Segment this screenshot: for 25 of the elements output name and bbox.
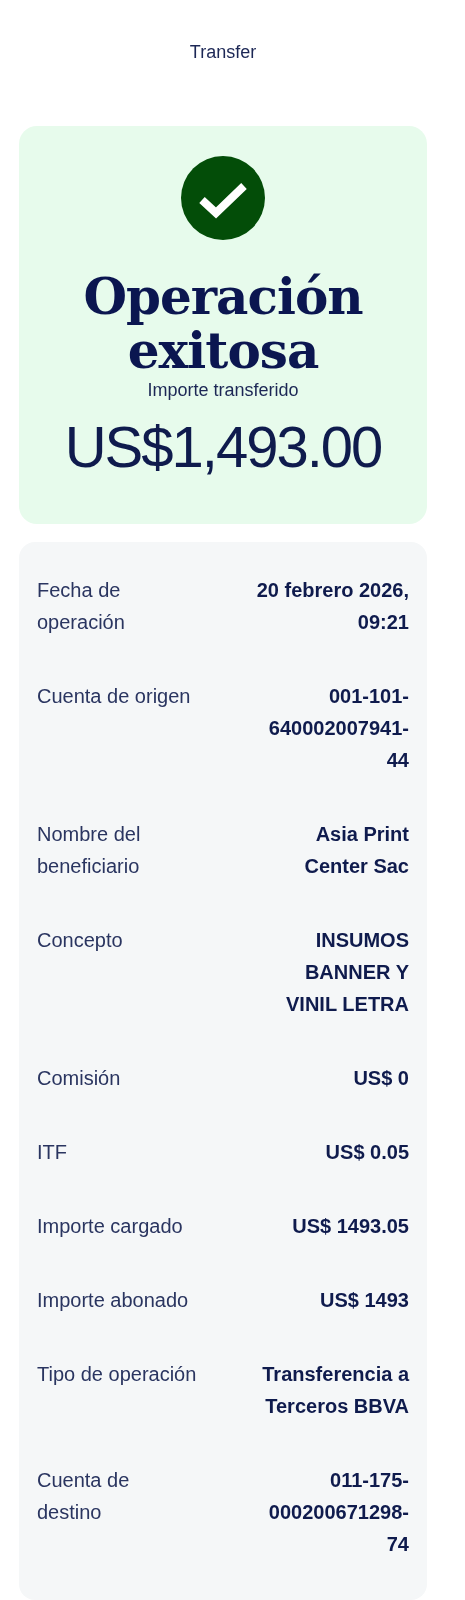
detail-label: Importe abonado <box>37 1288 189 1313</box>
success-check-icon <box>181 156 265 240</box>
result-heading: Operación exitosa <box>82 270 364 378</box>
detail-value: Transferencia a Terceros BBVA <box>261 1362 409 1419</box>
detail-label: Comisión <box>37 1066 121 1091</box>
detail-value: 20 febrero 2026, 09:21 <box>255 578 409 635</box>
detail-label: Cuenta de origen <box>37 684 191 709</box>
detail-label: Fecha de operación <box>37 578 126 635</box>
detail-value: 011-175-000200671298-74 <box>267 1468 409 1557</box>
detail-label: Importe cargado <box>37 1214 183 1239</box>
detail-value: US$ 0.05 <box>324 1140 409 1165</box>
detail-value: US$ 1493.05 <box>291 1214 409 1239</box>
detail-value: US$ 1493 <box>319 1288 409 1313</box>
detail-label: Nombre del beneficiario <box>37 822 142 879</box>
detail-label: Tipo de operación <box>37 1362 197 1387</box>
detail-label: Cuenta de destino <box>37 1468 131 1525</box>
detail-value: INSUMOS BANNER Y VINIL LETRA <box>285 928 409 1017</box>
detail-value: US$ 0 <box>352 1066 409 1091</box>
amount-label: Importe transferido <box>147 380 299 401</box>
detail-label: ITF <box>37 1140 67 1165</box>
detail-value: Asia Print Center Sac <box>303 822 409 879</box>
screen-title: Transfer <box>189 42 257 62</box>
detail-value: 001-101-640002007941-44 <box>267 684 409 773</box>
detail-label: Concepto <box>37 928 123 953</box>
transferred-amount: US$1,493.00 <box>64 413 382 480</box>
